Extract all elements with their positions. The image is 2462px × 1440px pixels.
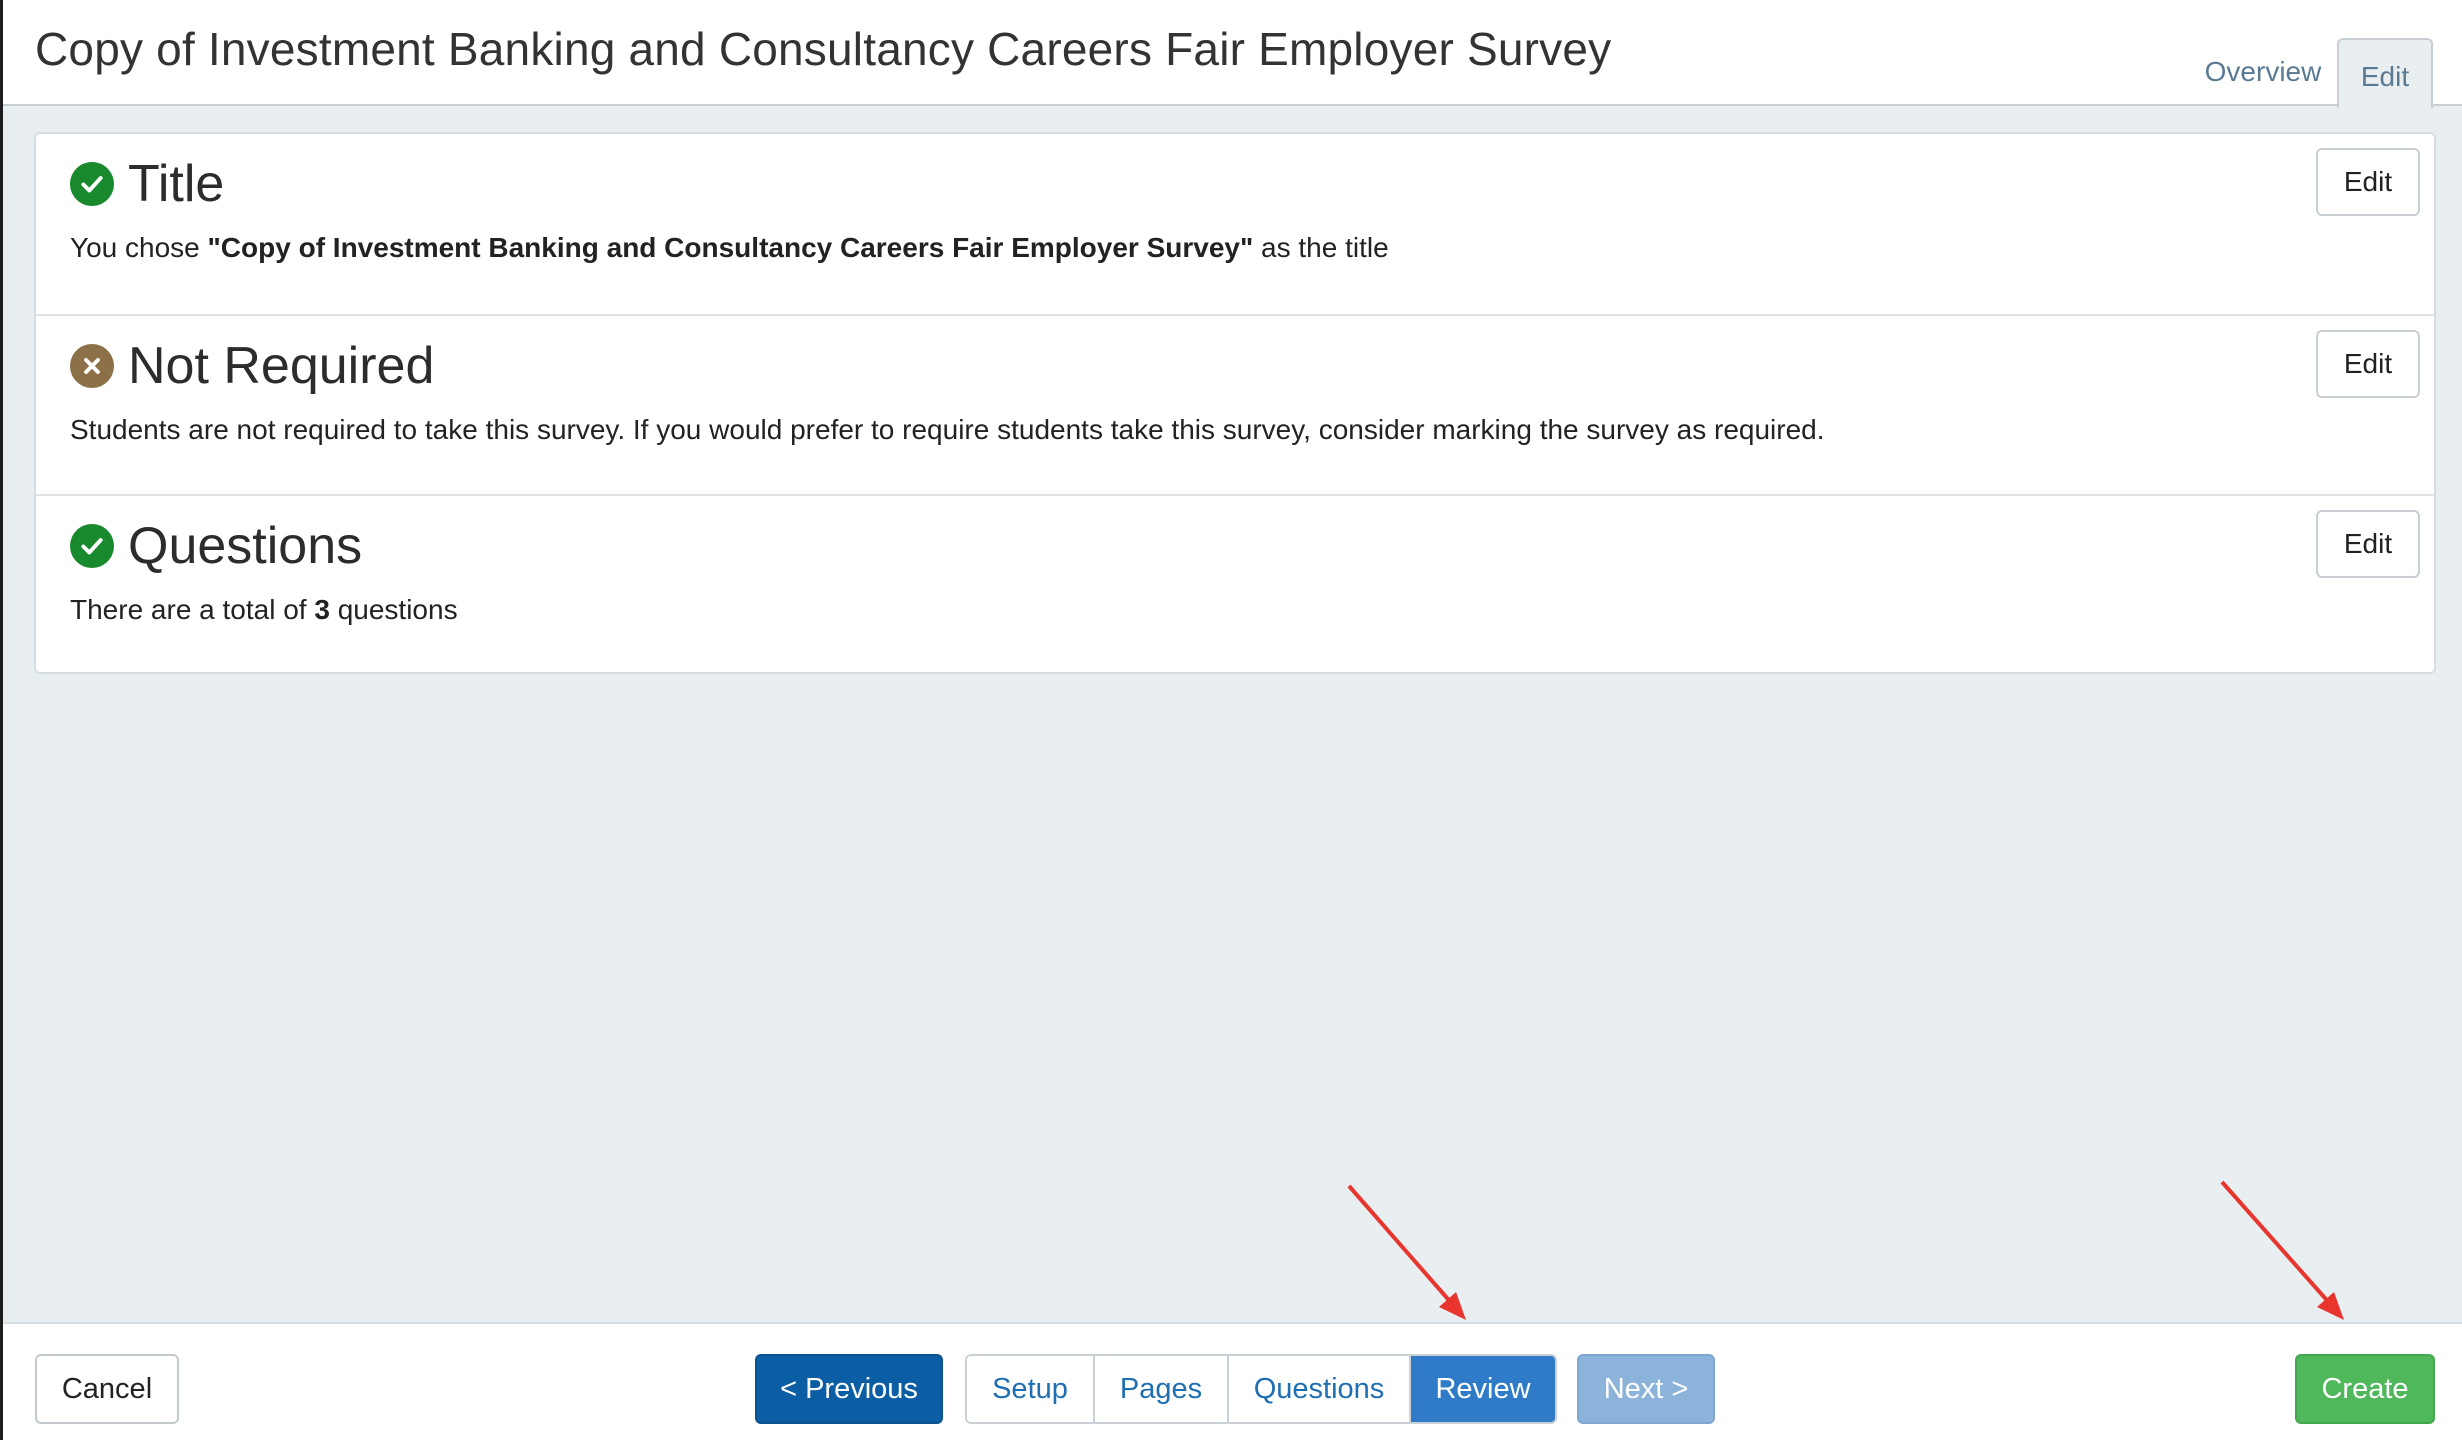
section-title: Title (128, 155, 225, 213)
step-review[interactable]: Review (1411, 1356, 1555, 1422)
review-section-title: Title You chose "Copy of Investment Bank… (36, 134, 2434, 314)
x-circle-icon (70, 344, 114, 388)
section-heading: Title (70, 154, 224, 214)
page-header: Copy of Investment Banking and Consultan… (3, 0, 2462, 108)
previous-button[interactable]: < Previous (755, 1354, 943, 1424)
section-description: There are a total of 3 questions (70, 594, 458, 626)
description-text: You chose (70, 232, 208, 263)
check-circle-icon (70, 524, 114, 568)
section-description: Students are not required to take this s… (70, 414, 1825, 445)
review-panel: Title You chose "Copy of Investment Bank… (34, 132, 2436, 674)
step-questions[interactable]: Questions (1229, 1356, 1411, 1422)
edit-title-button[interactable]: Edit (2316, 148, 2420, 216)
annotation-arrow-create (2220, 1180, 2344, 1320)
next-button[interactable]: Next > (1577, 1354, 1715, 1424)
edit-required-button[interactable]: Edit (2316, 330, 2420, 398)
description-text: There are a total of (70, 594, 315, 625)
tab-overview[interactable]: Overview (2183, 56, 2343, 88)
description-text: as the title (1253, 232, 1389, 263)
cancel-button[interactable]: Cancel (35, 1354, 179, 1424)
description-text: questions (329, 594, 458, 625)
section-heading: Not Required (70, 336, 434, 396)
tab-edit[interactable]: Edit (2337, 38, 2433, 108)
review-section-questions: Questions There are a total of 3 questio… (36, 494, 2434, 674)
question-count: 3 (314, 594, 330, 625)
section-description: You chose "Copy of Investment Banking an… (70, 232, 1389, 264)
wizard-footer: Cancel < Previous Setup Pages Questions … (3, 1322, 2462, 1440)
page-title: Copy of Investment Banking and Consultan… (35, 23, 1612, 75)
description-emphasis: "Copy of Investment Banking and Consulta… (207, 232, 1254, 263)
step-setup[interactable]: Setup (967, 1356, 1095, 1422)
step-pages[interactable]: Pages (1095, 1356, 1229, 1422)
annotation-arrow-review (1347, 1184, 1466, 1320)
window-left-edge (0, 0, 3, 1440)
section-heading: Questions (70, 516, 362, 576)
create-button[interactable]: Create (2295, 1354, 2435, 1424)
check-circle-icon (70, 162, 114, 206)
section-title: Questions (128, 517, 363, 575)
wizard-steps: Setup Pages Questions Review (965, 1354, 1557, 1424)
edit-questions-button[interactable]: Edit (2316, 510, 2420, 578)
section-title: Not Required (128, 337, 435, 395)
review-section-required: Not Required Students are not required t… (36, 314, 2434, 494)
